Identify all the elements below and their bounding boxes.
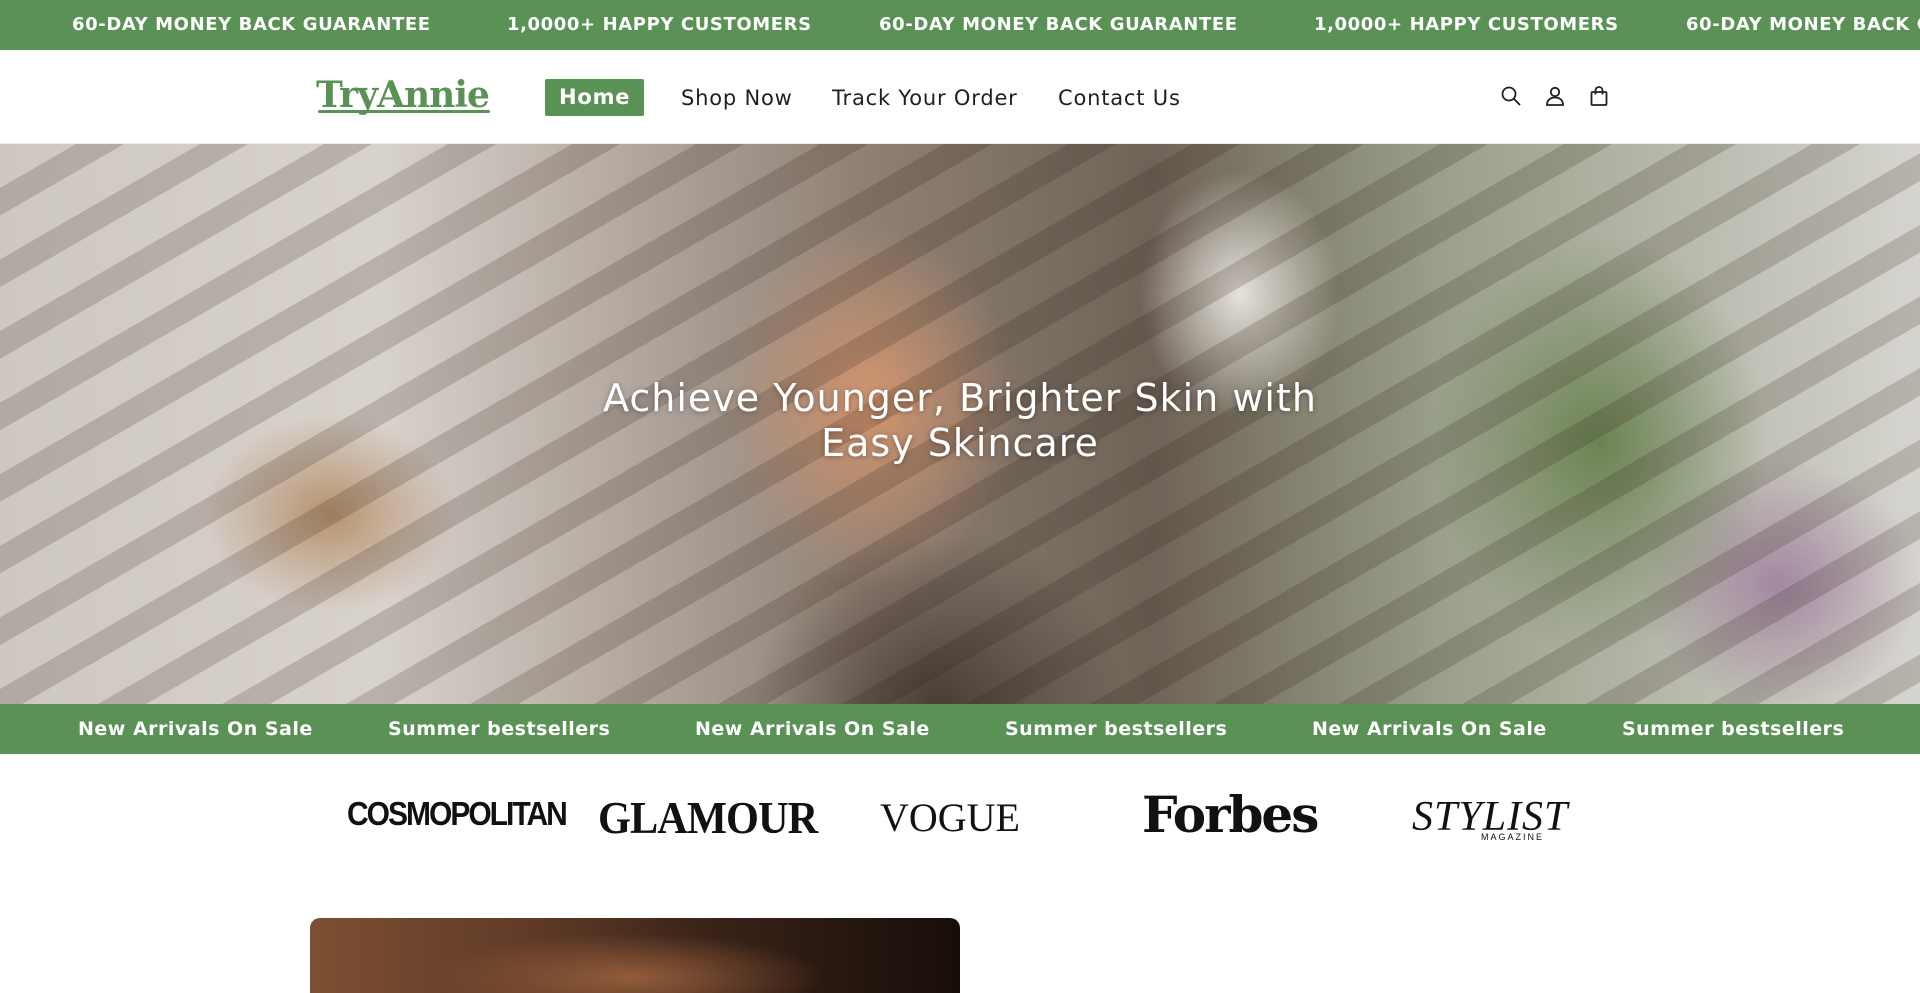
nav-item-contact-us[interactable]: Contact Us bbox=[1058, 79, 1181, 117]
product-image bbox=[310, 918, 960, 993]
search-icon[interactable] bbox=[1497, 82, 1525, 110]
account-icon[interactable] bbox=[1541, 82, 1569, 110]
nav-item-track-your-order[interactable]: Track Your Order bbox=[832, 79, 1018, 117]
press-logo-cosmopolitan: COSMOPOLITAN bbox=[347, 796, 568, 833]
promo-item[interactable]: New Arrivals On Sale bbox=[695, 704, 930, 754]
site-header: TryAnnie Home Shop Now Track Your Order … bbox=[0, 50, 1920, 144]
hero-title: Achieve Younger, Brighter Skin with Easy… bbox=[603, 376, 1317, 465]
press-logo-forbes: Forbes bbox=[1142, 785, 1319, 844]
press-logo-stylist-sub: MAGAZINE bbox=[1481, 832, 1545, 842]
promo-item[interactable]: Summer bestsellers bbox=[388, 704, 610, 754]
announcement-item: 60-DAY MONEY BACK GUARANTEE bbox=[72, 14, 431, 35]
promo-item[interactable]: New Arrivals On Sale bbox=[78, 704, 313, 754]
logo-underline bbox=[318, 110, 490, 113]
announcement-item: 1,0000+ HAPPY CUSTOMERS bbox=[507, 14, 812, 35]
nav-item-home[interactable]: Home bbox=[545, 79, 645, 116]
press-logo-vogue: VOGUE bbox=[880, 795, 1020, 840]
press-logo-glamour: GLAMOUR bbox=[598, 792, 818, 843]
announcement-item: 1,0000+ HAPPY CUSTOMERS bbox=[1314, 14, 1619, 35]
announcement-bar: 60-DAY MONEY BACK GUARANTEE 1,0000+ HAPP… bbox=[0, 0, 1920, 50]
hero-banner: Achieve Younger, Brighter Skin with Easy… bbox=[0, 144, 1920, 704]
promo-bar: New Arrivals On Sale Summer bestsellers … bbox=[0, 704, 1920, 754]
announcement-item: 60-DAY MONEY BACK G bbox=[1686, 14, 1920, 35]
promo-item[interactable]: Summer bestsellers bbox=[1622, 704, 1844, 754]
promo-item[interactable]: Summer bestsellers bbox=[1005, 704, 1227, 754]
cart-icon[interactable] bbox=[1585, 82, 1613, 110]
promo-item[interactable]: New Arrivals On Sale bbox=[1312, 704, 1547, 754]
nav-item-shop-now[interactable]: Shop Now bbox=[681, 79, 793, 117]
announcement-item: 60-DAY MONEY BACK GUARANTEE bbox=[879, 14, 1238, 35]
